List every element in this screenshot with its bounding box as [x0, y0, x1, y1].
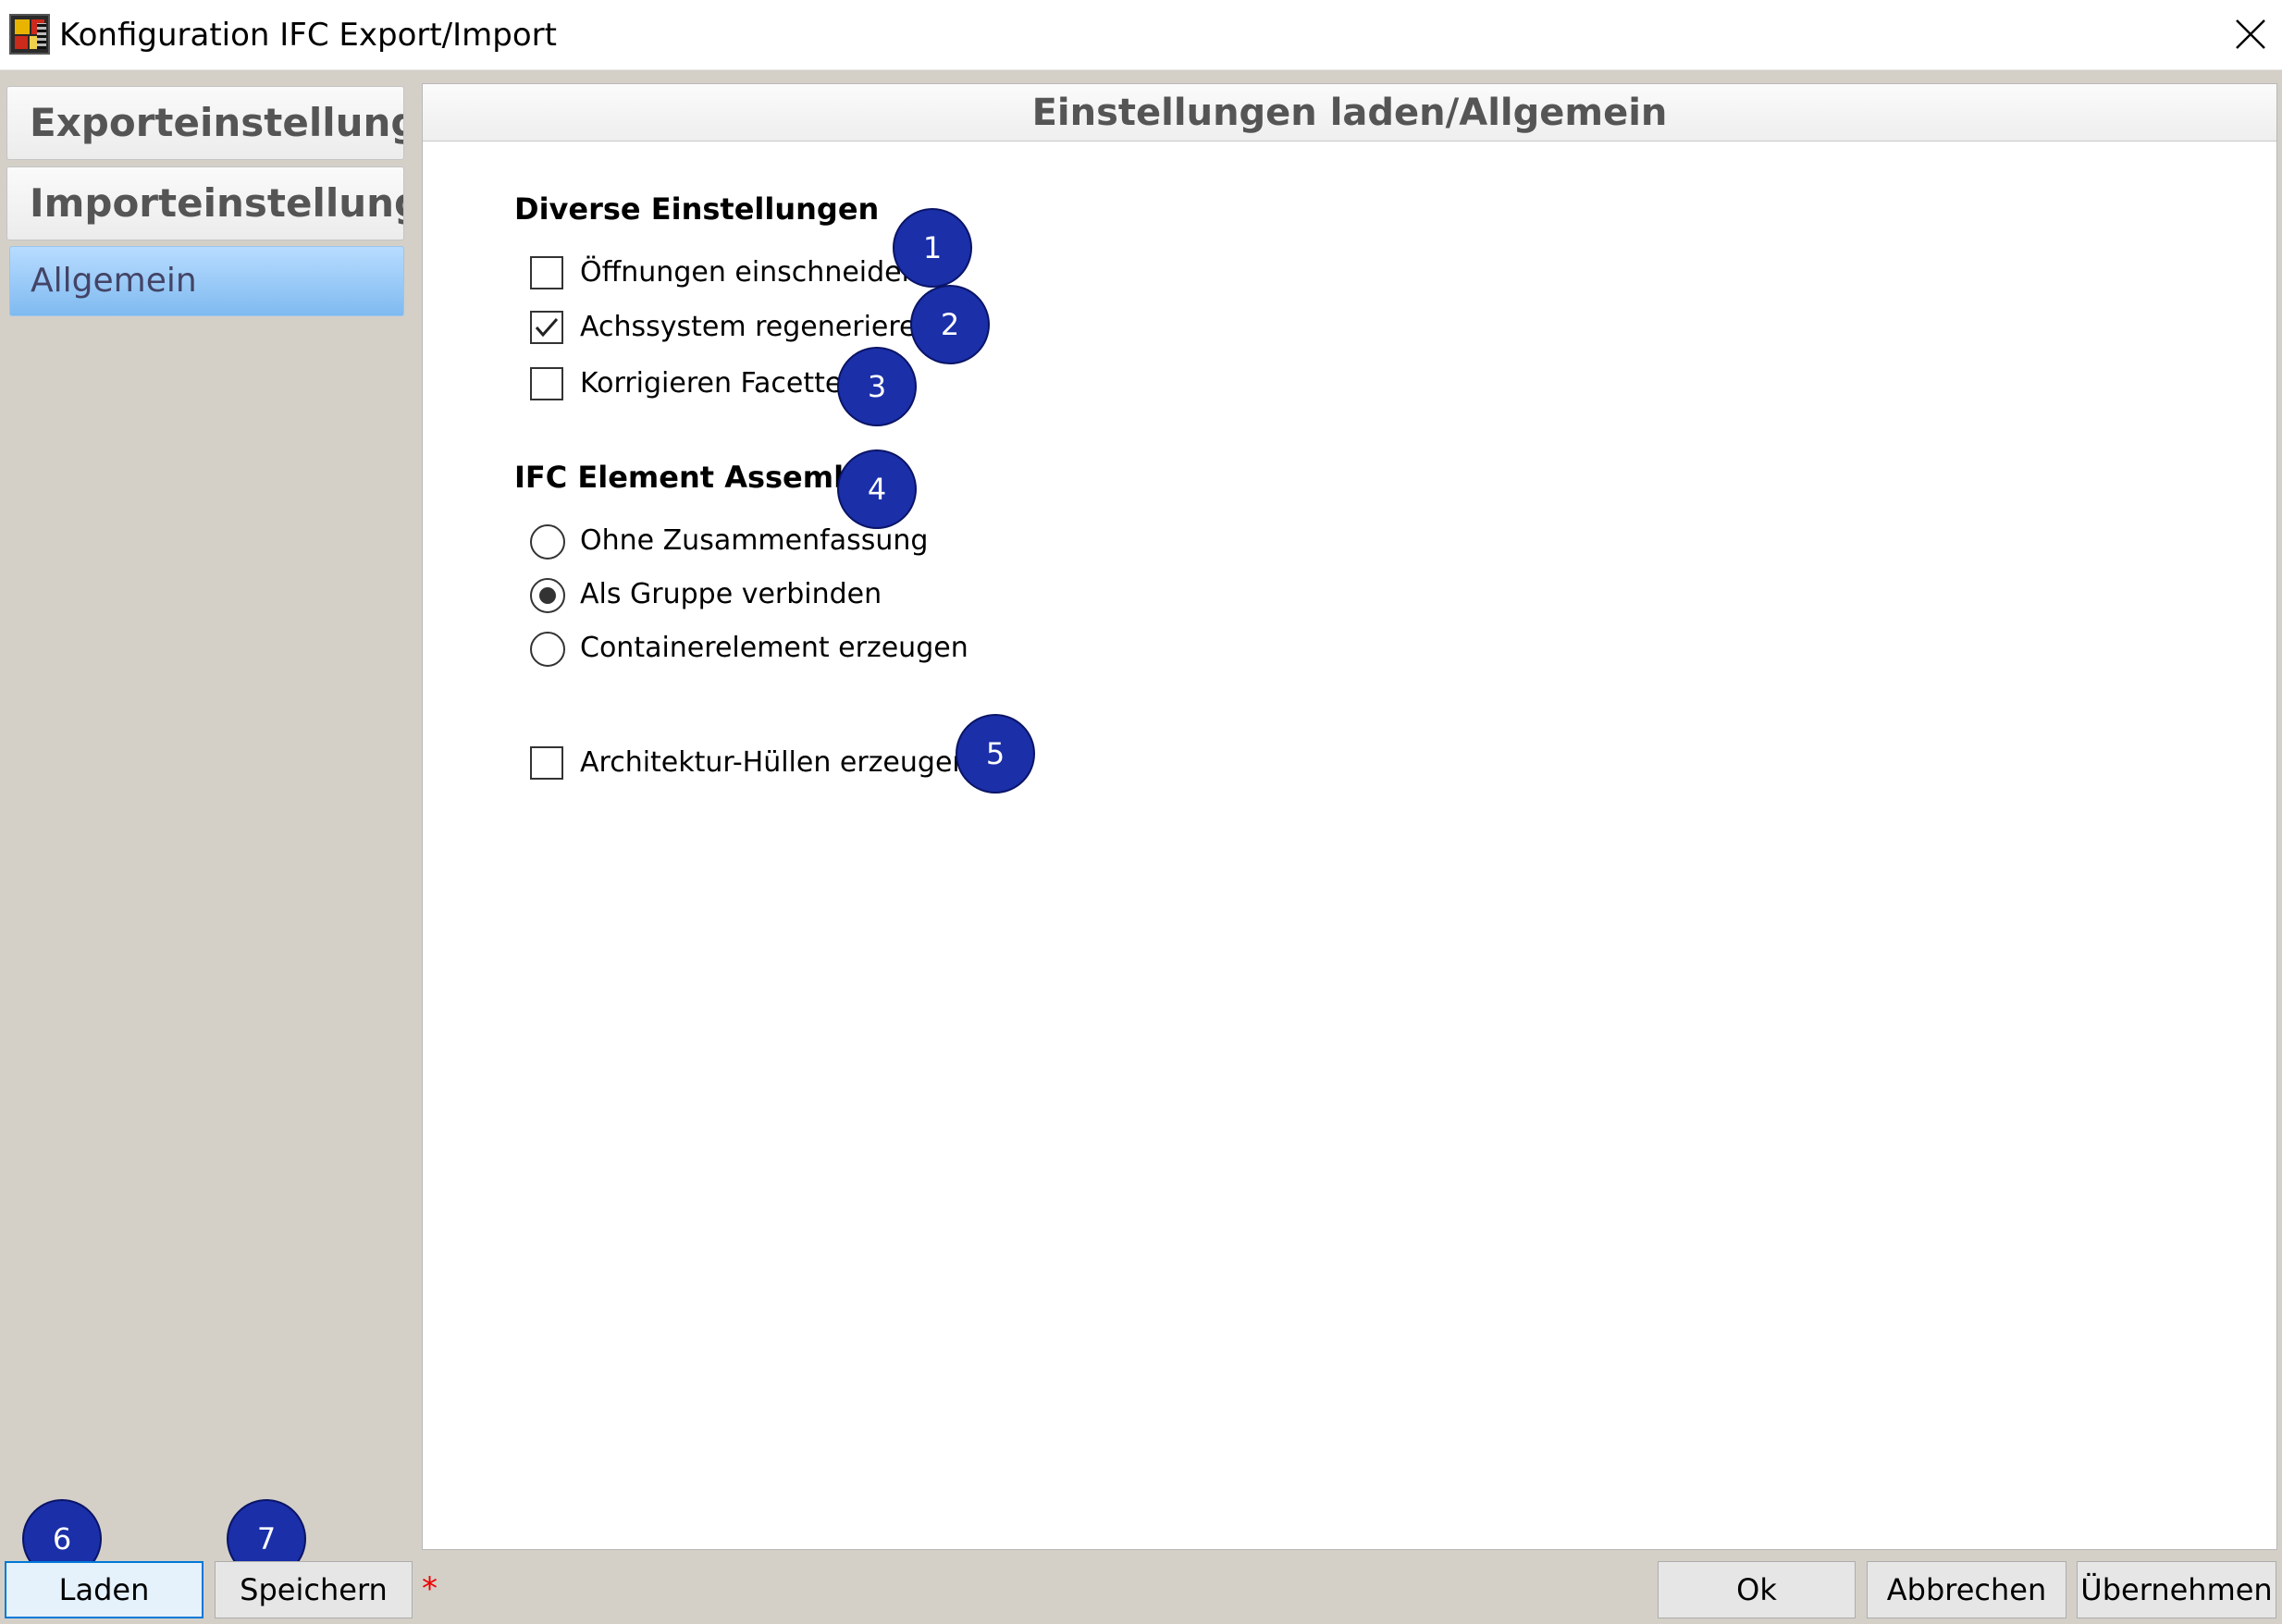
callout-2: 2 [910, 285, 990, 364]
checkbox-oeffnungen-einschneiden[interactable]: Öffnungen einschneiden [530, 254, 919, 291]
tab-exporteinstellungen[interactable]: Exporteinstellungen [6, 86, 404, 160]
sidebar-item-allgemein[interactable]: Allgemein [9, 246, 404, 316]
title-bar: Konfiguration IFC Export/Import [0, 0, 2282, 70]
section-heading-diverse: Diverse Einstellungen [514, 191, 880, 227]
radio-button[interactable] [530, 524, 565, 560]
checkbox-box[interactable] [530, 256, 563, 289]
checkbox-achssystem-regenerieren[interactable]: Achssystem regenerieren [530, 309, 934, 346]
app-icon [9, 14, 50, 55]
apply-button[interactable]: Übernehmen [2077, 1561, 2276, 1618]
checkbox-box-checked[interactable] [530, 311, 563, 344]
checkbox-architektur-huellen[interactable]: Architektur-Hüllen erzeugen [530, 744, 969, 781]
cancel-button[interactable]: Abbrechen [1867, 1561, 2066, 1618]
checkbox-box[interactable] [530, 746, 563, 780]
checkbox-label: Achssystem regenerieren [580, 311, 934, 343]
callout-4: 4 [837, 449, 917, 529]
panel-title: Einstellungen laden/Allgemein [423, 84, 2276, 141]
callout-3: 3 [837, 347, 917, 426]
dialog-window: Konfiguration IFC Export/Import Exportei… [0, 0, 2282, 1624]
radio-containerelement-erzeugen[interactable]: Containerelement erzeugen [530, 630, 968, 667]
checkmark-icon [535, 318, 559, 338]
save-button[interactable]: Speichern [215, 1561, 413, 1618]
radio-als-gruppe-verbinden[interactable]: Als Gruppe verbinden [530, 576, 937, 613]
ok-button[interactable]: Ok [1658, 1561, 1856, 1618]
load-button[interactable]: Laden [5, 1561, 204, 1618]
callout-5: 5 [956, 714, 1035, 794]
close-icon [2236, 19, 2265, 49]
checkbox-label: Korrigieren Facetten [580, 367, 860, 400]
checkbox-box[interactable] [530, 367, 563, 400]
window-title: Konfiguration IFC Export/Import [59, 17, 557, 54]
tab-importeinstellungen[interactable]: Importeinstellungen [6, 166, 404, 240]
checkbox-label: Öffnungen einschneiden [580, 256, 919, 289]
checkbox-label: Architektur-Hüllen erzeugen [580, 746, 970, 779]
unsaved-marker: * [422, 1570, 438, 1607]
callout-1: 1 [893, 208, 972, 288]
settings-panel: Einstellungen laden/Allgemein Diverse Ei… [422, 83, 2277, 1550]
section-heading-assembly: IFC Element Assembly [514, 460, 884, 495]
radio-button[interactable] [530, 632, 565, 667]
radio-label: Als Gruppe verbinden [580, 578, 882, 610]
radio-label: Containerelement erzeugen [580, 632, 968, 664]
radio-button-selected[interactable] [530, 578, 565, 613]
close-button[interactable] [2229, 13, 2272, 55]
